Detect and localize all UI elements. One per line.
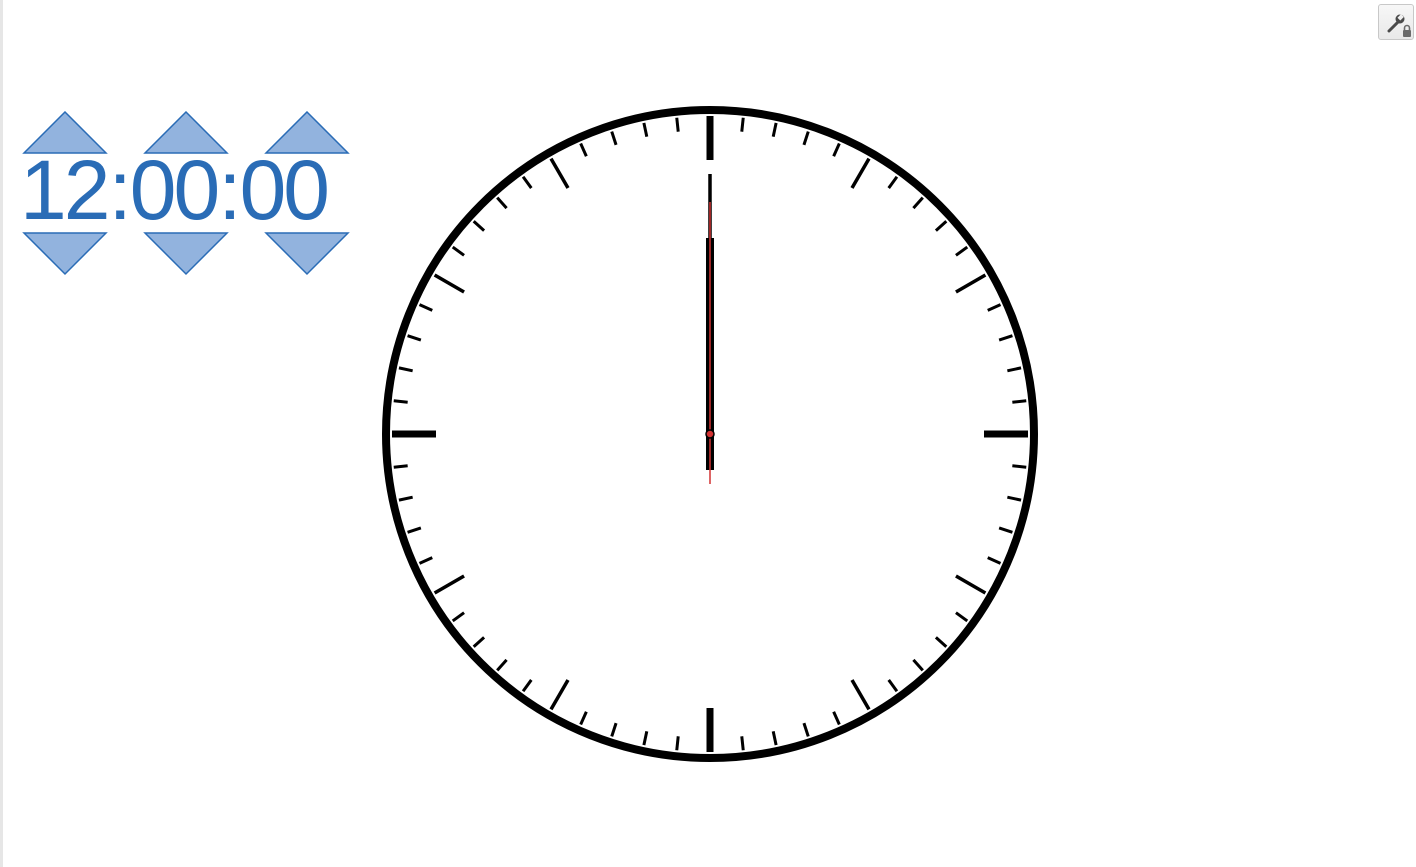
analog-clock bbox=[382, 106, 1038, 762]
clock-app: 12 : 00 : 00 bbox=[0, 0, 1416, 867]
minute-tick bbox=[675, 117, 680, 132]
time-separator: : bbox=[108, 143, 131, 237]
seconds-value[interactable]: 00 bbox=[240, 140, 330, 240]
time-separator: : bbox=[218, 143, 241, 237]
minutes-down-button[interactable] bbox=[143, 232, 229, 276]
minutes-value[interactable]: 00 bbox=[130, 140, 220, 240]
minute-tick bbox=[393, 464, 408, 469]
minute-tick bbox=[393, 399, 408, 404]
digital-time-editor: 12 : 00 : 00 bbox=[0, 0, 380, 290]
minute-tick bbox=[1012, 399, 1027, 404]
hours-down-button[interactable] bbox=[22, 232, 108, 276]
minute-tick bbox=[740, 736, 745, 751]
wrench-lock-icon bbox=[1387, 14, 1411, 37]
minute-tick bbox=[740, 117, 745, 132]
hours-value[interactable]: 12 bbox=[20, 140, 110, 240]
digital-time-display: 12 : 00 : 00 bbox=[20, 140, 330, 240]
seconds-down-button[interactable] bbox=[264, 232, 350, 276]
minute-tick bbox=[1012, 464, 1027, 469]
center-pin bbox=[705, 429, 715, 439]
settings-button[interactable] bbox=[1378, 4, 1414, 40]
minute-tick bbox=[675, 736, 680, 751]
